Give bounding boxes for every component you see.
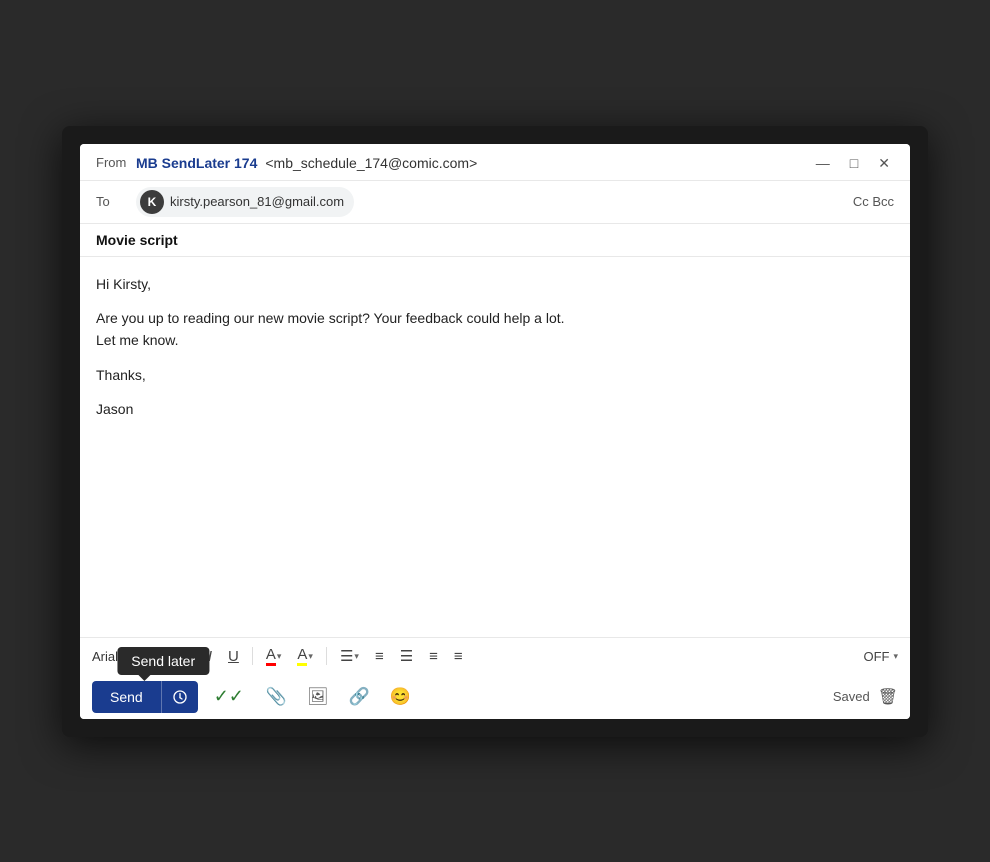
highlight-arrow: ▾ (308, 652, 313, 661)
body-signature: Jason (96, 398, 894, 420)
saved-label: Saved (833, 689, 870, 704)
to-label: To (96, 194, 128, 209)
minimize-button[interactable]: — (812, 154, 834, 172)
clock-icon (172, 689, 188, 705)
body-greeting: Hi Kirsty, (96, 273, 894, 295)
body-closing: Thanks, (96, 364, 894, 386)
trash-icon: 🗑 (878, 689, 898, 706)
send-later-tooltip: Send later (117, 647, 209, 675)
send-later-button[interactable] (161, 681, 198, 713)
check-button[interactable]: ✓✓ (206, 682, 252, 711)
check-icon: ✓✓ (214, 686, 244, 706)
send-group: Send later Send (92, 681, 198, 713)
unordered-list-icon: ☰ (400, 649, 413, 664)
emoji-icon: 😊 (390, 687, 411, 706)
font-color-button[interactable]: A ▾ (261, 644, 287, 669)
underline-button[interactable]: U (223, 646, 244, 667)
align-button[interactable]: ☰ ▾ (335, 646, 364, 667)
recipient-chip[interactable]: K kirsty.pearson_81@gmail.com (136, 187, 354, 217)
highlight-icon: A (297, 647, 307, 666)
subject-row: Movie script (80, 224, 910, 257)
indent-increase-button[interactable]: ≡ (449, 646, 468, 667)
indent-decrease-button[interactable]: ≡ (424, 646, 443, 667)
toolbar-separator-2 (252, 647, 253, 665)
attachment-icon: 📎 (266, 687, 287, 706)
off-toggle[interactable]: OFF ▾ (863, 649, 898, 664)
off-arrow: ▾ (893, 651, 898, 662)
to-row: To K kirsty.pearson_81@gmail.com Cc Bcc (80, 180, 910, 224)
link-button[interactable]: 🔗 (343, 683, 376, 711)
indent-decrease-icon: ≡ (429, 649, 438, 664)
maximize-button[interactable]: □ (846, 154, 862, 172)
action-toolbar: Send later Send ✓✓ 📎 (80, 675, 910, 719)
unordered-list-button[interactable]: ☰ (395, 646, 418, 667)
subject-text: Movie script (96, 232, 178, 248)
saved-area: Saved 🗑 (833, 687, 898, 707)
sender-name: MB SendLater 174 (136, 155, 257, 171)
cc-bcc-button[interactable]: Cc Bcc (853, 194, 894, 209)
recipient-avatar: K (140, 190, 164, 214)
toolbar-separator-3 (326, 647, 327, 665)
ordered-list-button[interactable]: ≡ (370, 646, 389, 667)
indent-increase-icon: ≡ (454, 649, 463, 664)
from-label: From (96, 155, 128, 170)
attachment-button[interactable]: 📎 (260, 683, 293, 711)
font-color-icon: A (266, 647, 276, 666)
highlight-button[interactable]: A ▾ (292, 644, 318, 669)
email-body[interactable]: Hi Kirsty, Are you up to reading our new… (80, 257, 910, 637)
link-icon: 🔗 (349, 687, 370, 706)
font-color-arrow: ▾ (277, 652, 282, 661)
image-icon: 🖼 (307, 687, 329, 706)
emoji-button[interactable]: 😊 (384, 683, 417, 711)
align-arrow: ▾ (354, 652, 359, 661)
image-button[interactable]: 🖼 (301, 683, 335, 711)
window-controls: — □ ✕ (812, 154, 894, 172)
sender-email: <mb_schedule_174@comic.com> (265, 155, 477, 171)
off-label: OFF (863, 649, 889, 664)
compose-window: From MB SendLater 174 <mb_schedule_174@c… (80, 144, 910, 719)
delete-button[interactable]: 🗑 (878, 687, 898, 707)
close-button[interactable]: ✕ (874, 154, 894, 172)
ordered-list-icon: ≡ (375, 649, 384, 664)
from-row: From MB SendLater 174 <mb_schedule_174@c… (96, 155, 812, 171)
body-paragraph1: Are you up to reading our new movie scri… (96, 307, 894, 352)
align-icon: ☰ (340, 649, 353, 664)
title-bar: From MB SendLater 174 <mb_schedule_174@c… (80, 144, 910, 180)
recipient-email: kirsty.pearson_81@gmail.com (170, 194, 344, 209)
